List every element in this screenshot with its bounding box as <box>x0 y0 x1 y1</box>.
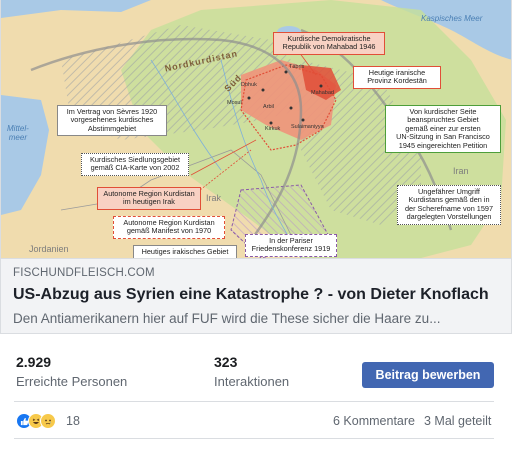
link-description: Den Antiamerikanern hier auf FUF wird di… <box>13 311 441 326</box>
reaction-count[interactable]: 18 <box>66 414 80 428</box>
legend-iranian-kurdistan: Heutige iranische Provinz Kordestān <box>353 66 441 89</box>
legend-cia-map: Kurdisches Siedlungsgebiet gemäß CIA-Kar… <box>81 153 189 176</box>
city-erbil: Arbil <box>263 104 275 110</box>
interactions-value: 323 <box>214 354 238 370</box>
article-preview-image[interactable]: Kaspisches Meer Mittel- meer Iran Irak J… <box>0 0 512 258</box>
interactions-stat[interactable]: 323 Interaktionen <box>214 354 289 389</box>
city-tabriz: Täbris <box>289 64 305 70</box>
legend-un-petition: Von kurdischer Seite beanspruchtes Gebie… <box>385 105 501 154</box>
reach-label: Erreichte Personen <box>16 374 128 389</box>
legend-manifest-1970: Autonome Region Kurdistan gemäß Manifest… <box>113 216 225 239</box>
caspian-sea-label: Kaspisches Meer <box>421 14 483 23</box>
city-kirkuk: Kirkuk <box>265 126 281 132</box>
reach-value: 2.929 <box>16 354 52 370</box>
reactions-bar: 18 6 Kommentare 3 Mal geteilt <box>0 405 512 435</box>
link-preview-card[interactable]: FISCHUNDFLEISCH.COM US-Abzug aus Syrien … <box>0 258 512 334</box>
reaction-icons[interactable] <box>16 413 56 429</box>
legend-autonomous-today: Autonome Region Kurdistan im heutigen Ir… <box>97 187 201 210</box>
link-domain: FISCHUNDFLEISCH.COM <box>13 267 155 279</box>
city-sulaimaniyya: Sulaimaniyya <box>291 124 324 130</box>
post-insights: 2.929 Erreichte Personen 323 Interaktion… <box>0 346 512 396</box>
legend-mahabad-republic: Kurdische Demokratische Republik von Mah… <box>273 32 385 55</box>
city-dohuk: Dohuk <box>241 82 257 88</box>
interactions-label: Interaktionen <box>214 374 290 389</box>
legend-paris-1919: In der Pariser Friedenskonferenz 1919 <box>245 234 337 257</box>
divider <box>14 438 494 439</box>
city-mossul: Mosul <box>227 100 242 106</box>
irak-label: Irak <box>206 193 222 203</box>
shares-link[interactable]: 3 Mal geteilt <box>424 414 491 428</box>
link-title[interactable]: US-Abzug aus Syrien eine Katastrophe ? -… <box>13 286 499 304</box>
boost-post-button[interactable]: Beitrag bewerben <box>362 362 494 388</box>
divider <box>14 401 494 402</box>
legend-iraqi-today: Heutiges irakisches Gebiet <box>133 245 237 258</box>
city-mahabad: Mahabad <box>311 90 334 96</box>
mediterranean-label: Mittel- meer <box>7 124 29 142</box>
legend-sherefname: Ungefährer Umgriff Kurdistans gemäß den … <box>397 185 501 225</box>
iran-label: Iran <box>453 166 469 176</box>
comments-link[interactable]: 6 Kommentare <box>333 414 415 428</box>
reach-stat[interactable]: 2.929 Erreichte Personen <box>16 354 127 389</box>
jordanien-label: Jordanien <box>29 244 69 254</box>
sad-icon <box>40 413 56 429</box>
legend-sevres: Im Vertrag von Sèvres 1920 vorgesehenes … <box>57 105 167 137</box>
